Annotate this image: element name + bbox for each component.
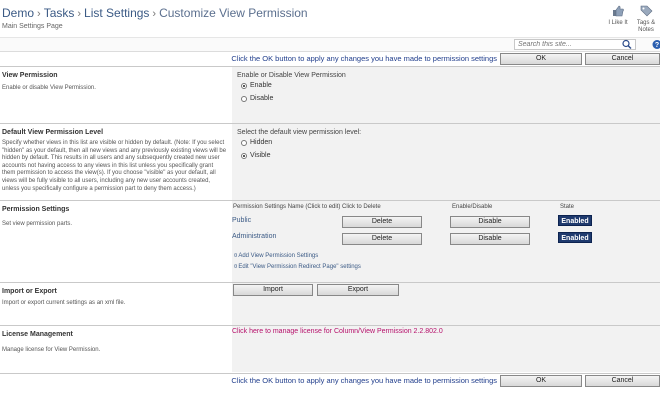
help-icon[interactable]: ?	[650, 39, 660, 50]
default-level-label: Select the default view permission level…	[237, 129, 362, 136]
bullet-icon: ¤	[234, 264, 238, 270]
import-button[interactable]: Import	[233, 284, 313, 296]
disable-radio[interactable]: Disable	[241, 95, 273, 102]
edit-redirect-page-label: Edit "View Permission Redirect Page" set…	[238, 264, 361, 270]
manage-license-link[interactable]: Click here to manage license for Column/…	[232, 328, 443, 335]
section-description: Manage license for View Permission.	[2, 347, 101, 353]
breadcrumb-separator: ›	[77, 8, 82, 20]
permission-name-link[interactable]: Administration	[232, 233, 276, 240]
section-description: Enable or disable View Permission.	[2, 85, 96, 91]
ok-button[interactable]: OK	[500, 53, 582, 65]
default-view-permission-level-section: Default View Permission Level Specify wh…	[0, 123, 660, 200]
disable-radio-label: Disable	[250, 95, 274, 102]
apply-changes-message: Click the OK button to apply any changes…	[231, 54, 497, 63]
section-info: View Permission Enable or disable View P…	[0, 67, 232, 123]
bottom-action-bar: Click the OK button to apply any changes…	[0, 373, 660, 387]
search-input[interactable]	[514, 39, 636, 50]
column-header-state: State	[560, 204, 575, 210]
ok-button[interactable]: OK	[500, 375, 582, 387]
permission-name-link[interactable]: Public	[232, 217, 251, 224]
add-view-permission-label: Add View Permission Settings	[238, 253, 319, 259]
enable-radio-label: Enable	[250, 82, 272, 89]
hidden-radio[interactable]: Hidden	[241, 139, 272, 146]
enable-radio[interactable]: Enable	[241, 82, 272, 89]
tags-notes-button[interactable]: Tags & Notes	[630, 4, 660, 34]
section-description: Set view permission parts.	[2, 221, 73, 227]
hidden-radio-label: Hidden	[250, 139, 273, 146]
cancel-button[interactable]: Cancel	[585, 53, 660, 65]
column-header-enable-disable: Enable/Disable	[452, 204, 493, 210]
section-controls: Import Export	[232, 283, 660, 325]
delete-button[interactable]: Delete	[342, 216, 422, 228]
state-badge: Enabled	[558, 215, 592, 226]
column-header-name: Permission Settings Name (Click to edit)	[233, 204, 341, 210]
disable-button[interactable]: Disable	[450, 216, 530, 228]
radio-unselected[interactable]	[241, 139, 247, 146]
tags-notes-label-line2: Notes	[638, 27, 654, 33]
section-description: Specify whether views in this list are v…	[2, 140, 227, 192]
section-title: View Permission	[2, 72, 58, 79]
breadcrumb: Demo › Tasks › List Settings › Customize View …	[2, 6, 308, 20]
radio-selected[interactable]	[241, 152, 247, 159]
visible-radio-label: Visible	[250, 152, 271, 159]
section-controls: Permission Settings Name (Click to edit)…	[232, 201, 660, 282]
apply-changes-message: Click the OK button to apply any changes…	[231, 376, 497, 385]
view-permission-section: View Permission Enable or disable View P…	[0, 66, 660, 123]
section-title: Permission Settings	[2, 206, 70, 213]
visible-radio[interactable]: Visible	[241, 152, 271, 159]
column-header-delete: Click to Delete	[342, 204, 381, 210]
delete-button[interactable]: Delete	[342, 233, 422, 245]
section-info: Permission Settings Set view permission …	[0, 201, 232, 282]
i-like-it-label: I Like It	[608, 20, 628, 26]
radio-unselected[interactable]	[241, 95, 247, 102]
tags-notes-label-line1: Tags &	[636, 20, 656, 26]
page-subtitle: Main Settings Page	[2, 23, 63, 30]
section-info: Import or Export Import or export curren…	[0, 283, 232, 325]
search-bar: ?	[0, 38, 660, 52]
disable-button[interactable]: Disable	[450, 233, 530, 245]
page-title: Customize View Permission	[159, 6, 308, 20]
section-info: Default View Permission Level Specify wh…	[0, 124, 232, 200]
section-description: Import or export current settings as an …	[2, 300, 126, 306]
bullet-icon: ¤	[234, 253, 238, 259]
breadcrumb-tasks[interactable]: Tasks	[44, 6, 75, 20]
export-button[interactable]: Export	[317, 284, 399, 296]
section-controls: Click here to manage license for Column/…	[232, 326, 660, 372]
state-badge: Enabled	[558, 232, 592, 243]
edit-redirect-page-link[interactable]: ¤Edit "View Permission Redirect Page" se…	[234, 264, 361, 270]
section-controls: Select the default view permission level…	[232, 124, 660, 200]
import-export-section: Import or Export Import or export curren…	[0, 282, 660, 325]
license-management-section: License Management Manage license for Vi…	[0, 325, 660, 372]
section-info: License Management Manage license for Vi…	[0, 326, 232, 372]
breadcrumb-separator: ›	[152, 8, 157, 20]
section-title: License Management	[2, 331, 73, 338]
tag-icon	[630, 4, 660, 18]
breadcrumb-list-settings[interactable]: List Settings	[84, 6, 149, 20]
section-title: Import or Export	[2, 288, 57, 295]
permission-settings-section: Permission Settings Set view permission …	[0, 200, 660, 282]
breadcrumb-separator: ›	[37, 8, 41, 20]
add-view-permission-link[interactable]: ¤Add View Permission Settings	[234, 253, 318, 259]
svg-text:?: ?	[655, 42, 659, 49]
top-action-bar: Click the OK button to apply any changes…	[0, 52, 660, 66]
enable-disable-label: Enable or Disable View Permission	[237, 72, 346, 79]
radio-selected[interactable]	[241, 82, 247, 89]
search-icon[interactable]	[620, 39, 634, 50]
section-controls: Enable or Disable View Permission Enable…	[232, 67, 660, 123]
section-title: Default View Permission Level	[2, 129, 104, 136]
cancel-button[interactable]: Cancel	[585, 375, 660, 387]
breadcrumb-demo[interactable]: Demo	[2, 6, 34, 20]
page-header: Demo › Tasks › List Settings › Customize View …	[0, 0, 660, 38]
